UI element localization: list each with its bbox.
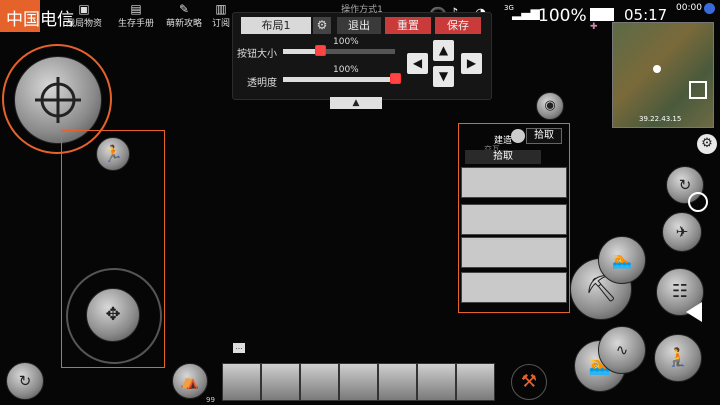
opacity-slider[interactable] [283,77,395,82]
tab-label: 萌新攻略 [165,19,202,29]
opacity-percent: 100% [333,65,359,75]
hand-icon [511,129,525,143]
data-speed: 00:00 [676,3,702,13]
slider-knob[interactable] [390,73,401,84]
settings-gear-icon[interactable]: ⚙ [697,134,717,154]
app-icon [704,3,715,14]
reset-button[interactable]: 重置 [385,17,431,34]
home-circle-icon[interactable] [688,192,708,212]
tab-newbie-guide[interactable]: ✎ 萌新攻略 [160,2,208,29]
map-coords: 39.22.43.15 [639,115,682,123]
hammer-icon: ⚒ [520,371,538,392]
run-icon: 🏃 [103,144,123,163]
layout-edit-panel: 操作方式1 布局1 ⚙ 退出 重置 保存 100% 按钮大小 100% 透明度 … [232,5,492,100]
arrow-down-button[interactable]: ▼ [433,66,454,87]
sprint-button[interactable]: 🏃 [96,137,130,171]
swim-dive-button[interactable]: ∿ [598,326,646,374]
tab-label: 生存手册 [117,19,154,29]
pickup-row-2[interactable] [461,204,567,235]
swim-button[interactable]: 🏊 [598,236,646,284]
panel-title: 操作方式1 [341,5,383,15]
battery-percent: 100% [538,6,587,26]
opacity-label: 透明度 [247,78,277,89]
throw-button[interactable]: ✈ [662,212,702,252]
hotbar-slot-7[interactable] [456,363,495,401]
map-square-icon [689,81,707,99]
hotbar-slot-4[interactable] [339,363,378,401]
button-size-percent: 100% [333,37,359,47]
box-icon: ▣ [78,2,90,16]
signal-icon: ▂▄▆ [512,6,540,20]
back-nav-icon[interactable] [686,302,702,322]
team-icon: ✚ [590,22,598,32]
reload-icon: ↻ [678,176,692,194]
tab-label: 战局物资 [65,19,102,29]
list-pickup-header[interactable]: 拾取 [465,150,541,164]
arrow-right-button[interactable]: ▶ [461,53,482,74]
move-arrows-icon: ✥ [105,304,121,325]
exit-button[interactable]: 退出 [337,17,381,34]
chat-icon[interactable]: … [233,343,245,353]
guide-icon: ✎ [178,2,190,16]
eye-icon: ◉ [544,98,556,113]
tab-label: 订阅 [211,19,230,29]
hotbar-slot-2[interactable] [261,363,300,401]
pickup-button[interactable]: 拾取 [526,128,562,144]
build-tools-button[interactable]: ⚒ [511,364,547,400]
hotbar-slot-6[interactable] [417,363,456,401]
backpack-count: 99 [206,396,215,404]
pickup-row-1[interactable] [461,167,567,198]
hotbar-slot-3[interactable] [300,363,339,401]
pickup-row-4[interactable] [461,272,567,303]
backpack-button[interactable]: ⛺ [172,363,208,399]
tab-survival-manual[interactable]: ▤ 生存手册 [112,2,160,29]
battery-icon [590,8,614,21]
hotbar-slot-5[interactable] [378,363,417,401]
book-icon: ▤ [130,2,142,16]
slider-knob[interactable] [315,45,326,56]
crouch-figure-icon: 🧎 [666,347,690,368]
crouch-button[interactable]: 🧎 [654,334,702,382]
swim-icon: 🏊 [612,250,632,269]
button-size-label: 按钮大小 [237,49,277,60]
crouch-icon: ↻ [18,372,32,390]
ladder-icon: ☷ [671,281,689,302]
throw-icon: ✈ [675,223,689,241]
layout-select-button[interactable]: 布局1 [241,17,311,34]
arrow-up-button[interactable]: ▲ [433,40,454,61]
tab-battle-supplies[interactable]: ▣ 战局物资 [60,2,108,29]
collapse-panel-button[interactable]: ▲ [330,97,382,109]
crouch-toggle-button[interactable]: ↻ [6,362,44,400]
save-button[interactable]: 保存 [435,17,481,34]
pickup-row-3[interactable] [461,237,567,268]
hotbar-slot-1[interactable] [222,363,261,401]
minimap[interactable]: 39.22.43.15 [612,22,714,128]
arrow-left-button[interactable]: ◀ [407,53,428,74]
gear-icon[interactable]: ⚙ [313,17,331,34]
diver-icon: ∿ [615,341,629,359]
joystick-knob[interactable]: ✥ [86,288,140,342]
player-marker-icon [653,65,661,73]
slider-fill [283,77,395,82]
backpack-icon: ⛺ [180,372,200,390]
button-size-slider[interactable] [283,49,395,54]
view-button[interactable]: ◉ [536,92,564,120]
